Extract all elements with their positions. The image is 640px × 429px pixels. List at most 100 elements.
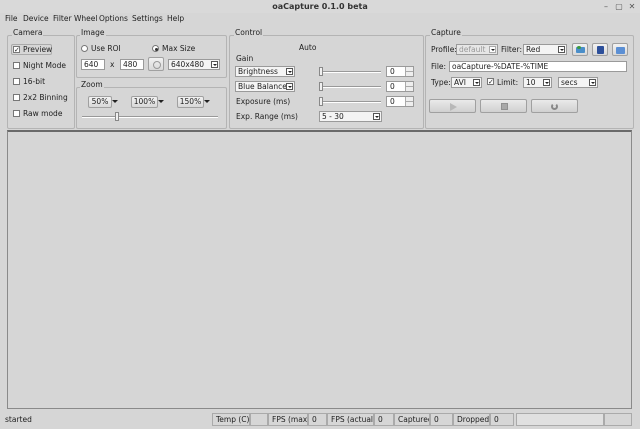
- control-1-select[interactable]: Brightness: [235, 66, 295, 77]
- roi-width-field[interactable]: 640: [81, 59, 105, 70]
- control-2-slider-track[interactable]: [319, 86, 381, 88]
- maximize-icon[interactable]: ▢: [614, 1, 624, 12]
- chevron-down-icon: [589, 79, 596, 86]
- dropped-value: 0: [490, 413, 514, 426]
- raw-mode-label: Raw mode: [23, 109, 63, 118]
- limit-unit: secs: [561, 78, 578, 87]
- restart-icon: [551, 103, 558, 110]
- temp-label: Temp (C): [212, 413, 250, 426]
- auto-label: Auto: [299, 43, 317, 52]
- roi-height-field[interactable]: 480: [120, 59, 144, 70]
- exp-range-label: Exp. Range (ms): [236, 112, 298, 121]
- file-type-select[interactable]: AVI: [451, 77, 482, 88]
- menu-help[interactable]: Help: [167, 14, 184, 23]
- dropped-label: Dropped: [453, 413, 490, 426]
- raw-mode-checkbox[interactable]: [13, 110, 20, 117]
- type-label: Type:: [431, 78, 451, 87]
- use-roi-label: Use ROI: [91, 44, 121, 53]
- zoom-slider-handle[interactable]: [115, 112, 119, 121]
- spin-down-icon[interactable]: [405, 101, 413, 106]
- control-2-slider-handle[interactable]: [319, 82, 323, 91]
- night-mode-checkbox[interactable]: [13, 62, 20, 69]
- limit-unit-select[interactable]: secs: [558, 77, 598, 88]
- max-size-radio[interactable]: [152, 45, 159, 52]
- chevron-down-icon: [286, 68, 293, 75]
- open-folder-button[interactable]: [612, 43, 628, 56]
- menu-filter-wheel[interactable]: Filter Wheel: [53, 14, 97, 23]
- crosshair-icon: [153, 61, 161, 69]
- chevron-down-icon: [211, 61, 218, 68]
- preview-area[interactable]: [7, 130, 632, 409]
- binning-checkbox[interactable]: [13, 94, 20, 101]
- menu-device[interactable]: Device: [23, 14, 49, 23]
- control-2-value: 0: [390, 82, 395, 91]
- exp-range-value: 5 - 30: [322, 112, 344, 121]
- night-mode-label: Night Mode: [23, 61, 66, 70]
- file-label: File:: [431, 62, 447, 71]
- fps-actual-value: 0: [374, 413, 394, 426]
- capture-progress-bar: [516, 413, 604, 426]
- restart-capture-button[interactable]: [531, 99, 578, 113]
- control-3-spinbox[interactable]: 0: [386, 96, 414, 107]
- control-1-slider-handle[interactable]: [319, 67, 323, 76]
- zoom-100-button[interactable]: 100%: [131, 96, 158, 108]
- fps-actual-label: FPS (actual): [327, 413, 374, 426]
- minimize-icon[interactable]: –: [601, 1, 611, 12]
- roi-apply-button[interactable]: [148, 57, 164, 71]
- menu-options[interactable]: Options: [99, 14, 128, 23]
- 16bit-checkbox[interactable]: [13, 78, 20, 85]
- image-group-title: Image: [80, 28, 106, 37]
- zoom-50-menu-icon[interactable]: [112, 97, 118, 106]
- spin-down-icon[interactable]: [405, 86, 413, 91]
- stop-capture-button[interactable]: [480, 99, 527, 113]
- status-spacer: [604, 413, 632, 426]
- control-1-spinbox[interactable]: 0: [386, 66, 414, 77]
- limit-checkbox[interactable]: ✓: [487, 78, 494, 86]
- chevron-down-icon: [373, 113, 380, 120]
- resolution-select[interactable]: 640x480: [168, 59, 220, 70]
- zoom-150-menu-icon[interactable]: [204, 97, 210, 106]
- max-size-label: Max Size: [162, 44, 196, 53]
- limit-label: Limit:: [497, 78, 519, 87]
- window-title: oaCapture 0.1.0 beta: [272, 2, 368, 11]
- 16bit-label: 16-bit: [23, 77, 46, 86]
- spin-down-icon[interactable]: [405, 71, 413, 76]
- stop-icon: [501, 103, 508, 110]
- control-1-slider-track[interactable]: [319, 71, 381, 73]
- capture-folder-button[interactable]: [572, 43, 588, 56]
- status-message: started: [5, 415, 32, 424]
- profile-value: default: [459, 45, 486, 54]
- save-profile-button[interactable]: [592, 43, 608, 56]
- fps-max-value: 0: [308, 413, 327, 426]
- close-icon[interactable]: ✕: [627, 1, 637, 12]
- menu-file[interactable]: File: [5, 14, 18, 23]
- file-type-value: AVI: [454, 78, 466, 87]
- menu-settings[interactable]: Settings: [132, 14, 163, 23]
- zoom-50-button[interactable]: 50%: [88, 96, 112, 108]
- zoom-150-button[interactable]: 150%: [177, 96, 204, 108]
- use-roi-radio[interactable]: [81, 45, 88, 52]
- chevron-down-icon: [489, 46, 496, 53]
- limit-value-select[interactable]: 10: [523, 77, 552, 88]
- filename-field[interactable]: oaCapture-%DATE-%TIME: [449, 61, 627, 72]
- control-2-spinbox[interactable]: 0: [386, 81, 414, 92]
- control-1-value: 0: [390, 67, 395, 76]
- captured-value: 0: [430, 413, 453, 426]
- preview-checkbox[interactable]: ✓: [13, 46, 20, 54]
- control-2-name: Blue Balance: [238, 82, 287, 91]
- control-2-select[interactable]: Blue Balance: [235, 81, 295, 92]
- exp-range-select[interactable]: 5 - 30: [319, 111, 382, 122]
- filter-value: Red: [526, 45, 541, 54]
- folder-badge-icon: [577, 46, 581, 49]
- start-capture-button[interactable]: [429, 99, 476, 113]
- filter-select[interactable]: Red: [523, 44, 567, 55]
- zoom-100-menu-icon[interactable]: [158, 97, 164, 106]
- profile-select[interactable]: default: [456, 44, 498, 55]
- captured-label: Captured: [394, 413, 430, 426]
- control-3-slider-track[interactable]: [319, 101, 381, 103]
- zoom-slider-track[interactable]: [82, 116, 218, 118]
- gain-label: Gain: [236, 54, 254, 63]
- zoom-group-title: Zoom: [80, 80, 104, 89]
- control-3-value: 0: [390, 97, 395, 106]
- control-3-slider-handle[interactable]: [319, 97, 323, 106]
